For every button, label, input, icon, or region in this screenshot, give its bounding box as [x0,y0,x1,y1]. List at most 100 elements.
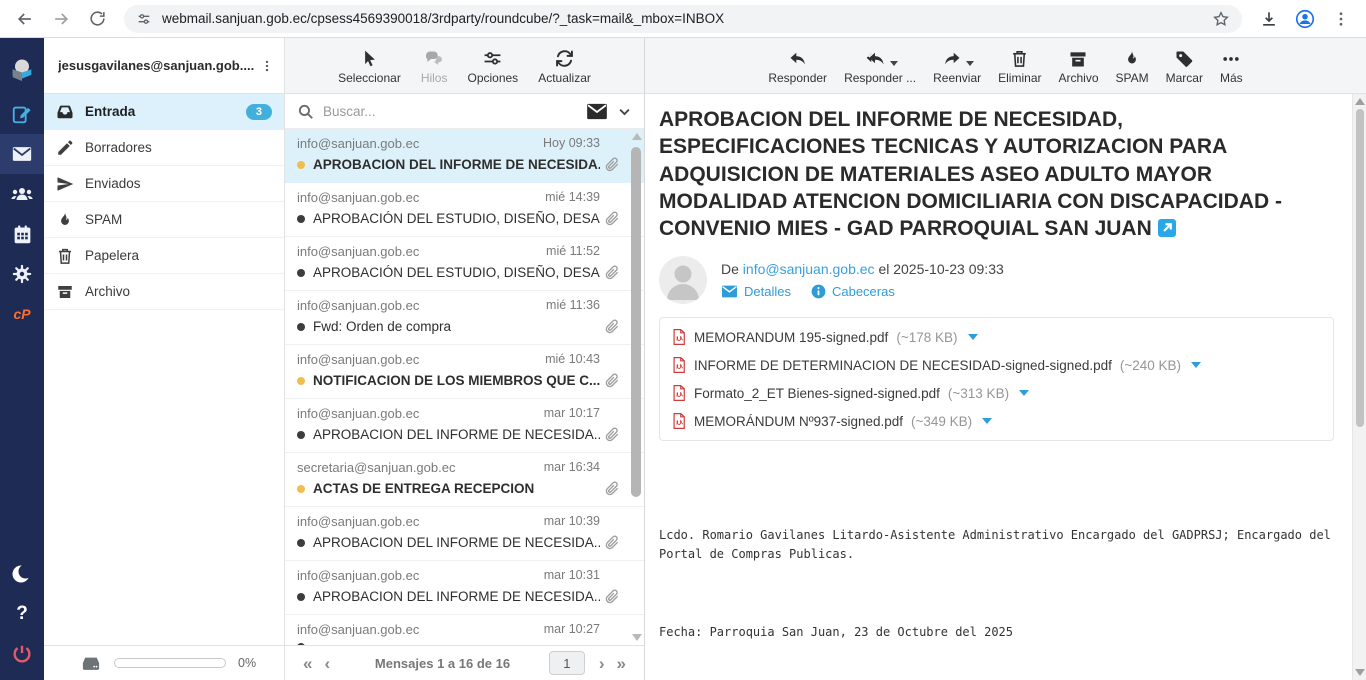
account-header[interactable]: jesusgavilanes@sanjuan.gob.... [44,38,284,94]
read-status-dot[interactable] [297,215,305,223]
attachment-item[interactable]: MEMORANDUM 195-signed.pdf (~178 KB) [672,323,1321,351]
browser-menu-icon[interactable] [1326,4,1356,34]
spam-button[interactable]: SPAM [1116,45,1149,85]
message-row[interactable]: info@sanjuan.gob.ec mar 10:31 APROBACION… [285,561,644,615]
message-row[interactable]: info@sanjuan.gob.ec mar 10:39 APROBACION… [285,507,644,561]
list-scrollbar[interactable] [630,131,642,643]
last-page-button[interactable]: » [611,655,632,672]
roundcube-logo-icon[interactable] [0,46,44,94]
logout-power-icon[interactable] [0,634,44,674]
more-button[interactable]: Más [1220,45,1243,85]
open-in-new-window-icon[interactable] [1158,219,1176,237]
folder-icon [56,211,74,229]
reply-all-caret-icon[interactable] [890,61,898,66]
search-bar[interactable]: Buscar... [285,94,644,129]
mail-subject: APROBACION DEL INFORME DE NECESIDAD, ESP… [659,106,1324,242]
folder-item[interactable]: Borradores [44,130,284,166]
folder-item[interactable]: Papelera [44,238,284,274]
account-menu-icon[interactable] [258,58,276,74]
next-page-button[interactable]: › [593,655,611,672]
message-row[interactable]: info@sanjuan.gob.ec mar 10:27 [285,615,644,645]
archive-button[interactable]: Archivo [1058,45,1098,85]
refresh-mail-button[interactable]: Actualizar [538,45,591,85]
attachment-name[interactable]: INFORME DE DETERMINACION DE NECESIDAD-si… [694,358,1112,373]
search-options-chevron-icon[interactable] [617,104,632,119]
read-status-dot[interactable] [297,323,305,331]
attachment-item[interactable]: INFORME DE DETERMINACION DE NECESIDAD-si… [672,351,1321,379]
message-row[interactable]: secretaria@sanjuan.gob.ec mar 16:34 ACTA… [285,453,644,507]
dark-mode-icon[interactable] [0,554,44,594]
sender-email-link[interactable]: info@sanjuan.gob.ec [743,261,875,277]
bookmark-star-icon[interactable] [1212,10,1230,28]
mail-scrollbar[interactable] [1352,94,1366,680]
read-status-dot[interactable] [297,643,305,645]
attachment-name[interactable]: MEMORÁNDUM Nº937-signed.pdf [694,414,903,429]
refresh-button[interactable] [82,4,112,34]
headers-toggle[interactable]: Cabeceras [811,284,895,299]
scroll-up-arrow[interactable] [632,133,642,140]
folder-item[interactable]: Enviados [44,166,284,202]
mail-scroll-up-arrow[interactable] [1355,98,1365,105]
read-status-dot[interactable] [297,377,305,385]
site-settings-icon[interactable] [136,11,152,27]
folder-item[interactable]: SPAM [44,202,284,238]
read-status-dot[interactable] [297,269,305,277]
attachment-name[interactable]: MEMORANDUM 195-signed.pdf [694,330,888,345]
forward-button[interactable]: Reenviar [933,45,981,85]
mark-button[interactable]: Marcar [1166,45,1203,85]
attachment-menu-caret-icon[interactable] [982,418,992,424]
read-status-dot[interactable] [297,431,305,439]
attachment-menu-caret-icon[interactable] [968,334,978,340]
forward-button[interactable] [46,4,76,34]
page-number-input[interactable]: 1 [549,651,585,675]
select-button[interactable]: Seleccionar [338,45,401,85]
list-scrollbar-thumb[interactable] [631,147,641,497]
attachment-menu-caret-icon[interactable] [1191,362,1201,368]
threads-button[interactable]: Hilos [421,45,448,85]
attachment-item[interactable]: Formato_2_ET Bienes-signed-signed.pdf (~… [672,379,1321,407]
message-subject: Fwd: Orden de compra [313,319,451,334]
message-row[interactable]: info@sanjuan.gob.ec mié 11:36 Fwd: Orden… [285,291,644,345]
mail-scrollbar-thumb[interactable] [1356,109,1364,427]
forward-caret-icon[interactable] [966,61,974,66]
prev-page-button[interactable]: ‹ [318,655,336,672]
url-text[interactable]: webmail.sanjuan.gob.ec/cpsess4569390018/… [162,11,1202,26]
first-page-button[interactable]: « [297,655,318,672]
calendar-nav-button[interactable] [0,214,44,254]
delete-button[interactable]: Eliminar [998,45,1041,85]
url-bar[interactable]: webmail.sanjuan.gob.ec/cpsess4569390018/… [124,5,1242,33]
read-status-dot[interactable] [297,161,305,169]
search-input[interactable]: Buscar... [323,104,577,119]
mail-scroll-down-arrow[interactable] [1355,669,1365,676]
settings-nav-button[interactable] [0,254,44,294]
details-toggle[interactable]: Detalles [721,284,791,299]
attachment-menu-caret-icon[interactable] [1019,390,1029,396]
message-row[interactable]: info@sanjuan.gob.ec mié 14:39 APROBACIÓN… [285,183,644,237]
help-icon[interactable]: ? [0,594,44,634]
message-datetime: 2025-10-23 09:33 [893,261,1004,277]
message-row[interactable]: info@sanjuan.gob.ec Hoy 09:33 APROBACION… [285,129,644,183]
attachment-name[interactable]: Formato_2_ET Bienes-signed-signed.pdf [694,386,940,401]
scope-envelope-icon[interactable] [586,103,608,120]
message-list: info@sanjuan.gob.ec Hoy 09:33 APROBACION… [285,129,644,645]
attachment-item[interactable]: MEMORÁNDUM Nº937-signed.pdf (~349 KB) [672,407,1321,435]
profile-icon[interactable] [1290,4,1320,34]
read-status-dot[interactable] [297,485,305,493]
contacts-nav-button[interactable] [0,174,44,214]
message-row[interactable]: info@sanjuan.gob.ec mié 10:43 NOTIFICACI… [285,345,644,399]
read-status-dot[interactable] [297,593,305,601]
compose-button[interactable] [0,94,44,134]
folder-item[interactable]: Entrada 3 [44,94,284,130]
options-button[interactable]: Opciones [467,45,518,85]
message-row[interactable]: info@sanjuan.gob.ec mié 11:52 APROBACIÓN… [285,237,644,291]
reply-button[interactable]: Responder [768,45,827,85]
cpanel-icon[interactable]: cP [0,294,44,334]
reply-all-button[interactable]: Responder ... [844,45,916,85]
message-row[interactable]: info@sanjuan.gob.ec mar 10:17 APROBACION… [285,399,644,453]
back-button[interactable] [10,4,40,34]
read-status-dot[interactable] [297,539,305,547]
folder-item[interactable]: Archivo [44,274,284,310]
download-icon[interactable] [1254,4,1284,34]
mail-nav-button[interactable] [0,134,44,174]
scroll-down-arrow[interactable] [632,634,642,641]
